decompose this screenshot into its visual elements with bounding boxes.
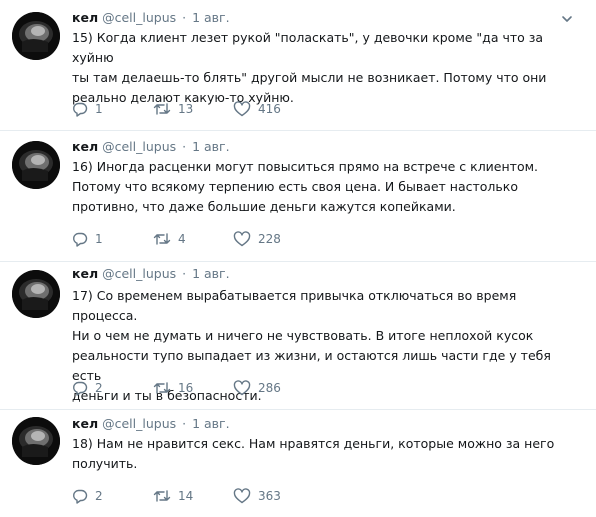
avatar-image: [12, 417, 60, 465]
separator-dot: ·: [182, 416, 187, 431]
tweet-date[interactable]: 1 авг.: [192, 139, 230, 154]
separator-dot: ·: [182, 10, 187, 25]
heart-icon: [233, 488, 251, 504]
reply-count: 1: [95, 232, 103, 246]
tweet[interactable]: кел @cell_lupus · 1 авг. 17) Со временем…: [0, 262, 596, 410]
like-count: 286: [258, 381, 281, 395]
tweet-text: 17) Со временем вырабатывается привычка …: [72, 288, 551, 403]
user-handle[interactable]: @cell_lupus: [102, 266, 176, 281]
separator-dot: ·: [182, 266, 187, 281]
reply-icon: [73, 489, 88, 504]
heart-icon: [233, 380, 251, 396]
display-name[interactable]: кел: [72, 266, 98, 281]
user-handle[interactable]: @cell_lupus: [102, 416, 176, 431]
retweet-count: 14: [178, 489, 194, 503]
reply-button[interactable]: 1: [72, 229, 103, 249]
avatar-image: [12, 141, 60, 189]
retweet-button[interactable]: 13: [153, 99, 193, 119]
like-button[interactable]: 286: [233, 378, 281, 398]
reply-icon: [73, 102, 88, 117]
retweet-button[interactable]: 4: [153, 229, 186, 249]
tweet-header: кел @cell_lupus · 1 авг.: [72, 139, 230, 155]
avatar-image: [12, 12, 60, 60]
reply-button[interactable]: 1: [72, 99, 103, 119]
avatar[interactable]: [12, 417, 60, 465]
retweet-count: 13: [178, 102, 194, 116]
retweet-button[interactable]: 14: [153, 486, 193, 506]
tweet-date[interactable]: 1 авг.: [192, 416, 230, 431]
tweet[interactable]: кел @cell_lupus · 1 авг. 16) Иногда расц…: [0, 131, 596, 262]
retweet-icon: [153, 103, 171, 115]
avatar[interactable]: [12, 270, 60, 318]
retweet-button[interactable]: 16: [153, 378, 193, 398]
tweet[interactable]: кел @cell_lupus · 1 авг. 15) Когда клиен…: [0, 0, 596, 131]
tweet-text: 18) Нам не нравится секс. Нам нравятся д…: [72, 436, 555, 471]
like-button[interactable]: 363: [233, 486, 281, 506]
reply-count: 2: [95, 381, 103, 395]
heart-icon: [233, 231, 251, 247]
retweet-icon: [153, 382, 171, 394]
tweet-text: 15) Когда клиент лезет рукой "поласкать"…: [72, 30, 547, 105]
avatar[interactable]: [12, 12, 60, 60]
retweet-count: 4: [178, 232, 186, 246]
like-button[interactable]: 228: [233, 229, 281, 249]
reply-icon: [73, 381, 88, 396]
user-handle[interactable]: @cell_lupus: [102, 10, 176, 25]
avatar-image: [12, 270, 60, 318]
chevron-down-icon[interactable]: [560, 12, 574, 26]
tweet-date[interactable]: 1 авг.: [192, 266, 230, 281]
reply-count: 1: [95, 102, 103, 116]
separator-dot: ·: [182, 139, 187, 154]
display-name[interactable]: кел: [72, 10, 98, 25]
like-count: 363: [258, 489, 281, 503]
heart-icon: [233, 101, 251, 117]
tweet-text: 16) Иногда расценки могут повыситься пря…: [72, 159, 539, 214]
like-count: 416: [258, 102, 281, 116]
avatar[interactable]: [12, 141, 60, 189]
reply-count: 2: [95, 489, 103, 503]
like-count: 228: [258, 232, 281, 246]
user-handle[interactable]: @cell_lupus: [102, 139, 176, 154]
retweet-icon: [153, 490, 171, 502]
reply-button[interactable]: 2: [72, 486, 103, 506]
display-name[interactable]: кел: [72, 416, 98, 431]
tweet-header: кел @cell_lupus · 1 авг.: [72, 266, 230, 282]
tweet-feed: кел @cell_lupus · 1 авг. 15) Когда клиен…: [0, 0, 596, 517]
reply-icon: [73, 232, 88, 247]
tweet-header: кел @cell_lupus · 1 авг.: [72, 10, 230, 26]
tweet-header: кел @cell_lupus · 1 авг.: [72, 416, 230, 432]
retweet-count: 16: [178, 381, 194, 395]
retweet-icon: [153, 233, 171, 245]
like-button[interactable]: 416: [233, 99, 281, 119]
tweet[interactable]: кел @cell_lupus · 1 авг. 18) Нам не нрав…: [0, 410, 596, 517]
tweet-date[interactable]: 1 авг.: [192, 10, 230, 25]
display-name[interactable]: кел: [72, 139, 98, 154]
reply-button[interactable]: 2: [72, 378, 103, 398]
